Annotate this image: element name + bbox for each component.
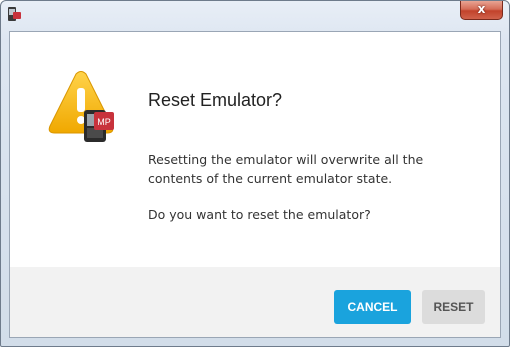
- icon-badge-text: MP: [97, 117, 111, 127]
- dialog-window: x MP Reset Emulator? Resetting the emula…: [0, 0, 510, 347]
- cancel-button[interactable]: CANCEL: [334, 290, 411, 324]
- dialog-message: Resetting the emulator will overwrite al…: [148, 152, 424, 186]
- dialog-title: Reset Emulator?: [148, 90, 283, 110]
- dialog-question: Do you want to reset the emulator?: [148, 207, 371, 222]
- dialog-body: MP Reset Emulator? Resetting the emulato…: [9, 31, 501, 338]
- close-button[interactable]: x: [460, 1, 503, 20]
- warning-emulator-icon: MP: [48, 71, 114, 142]
- emulator-app-icon: [8, 7, 21, 21]
- title-bar[interactable]: x: [1, 1, 509, 31]
- reset-button[interactable]: RESET: [422, 290, 485, 324]
